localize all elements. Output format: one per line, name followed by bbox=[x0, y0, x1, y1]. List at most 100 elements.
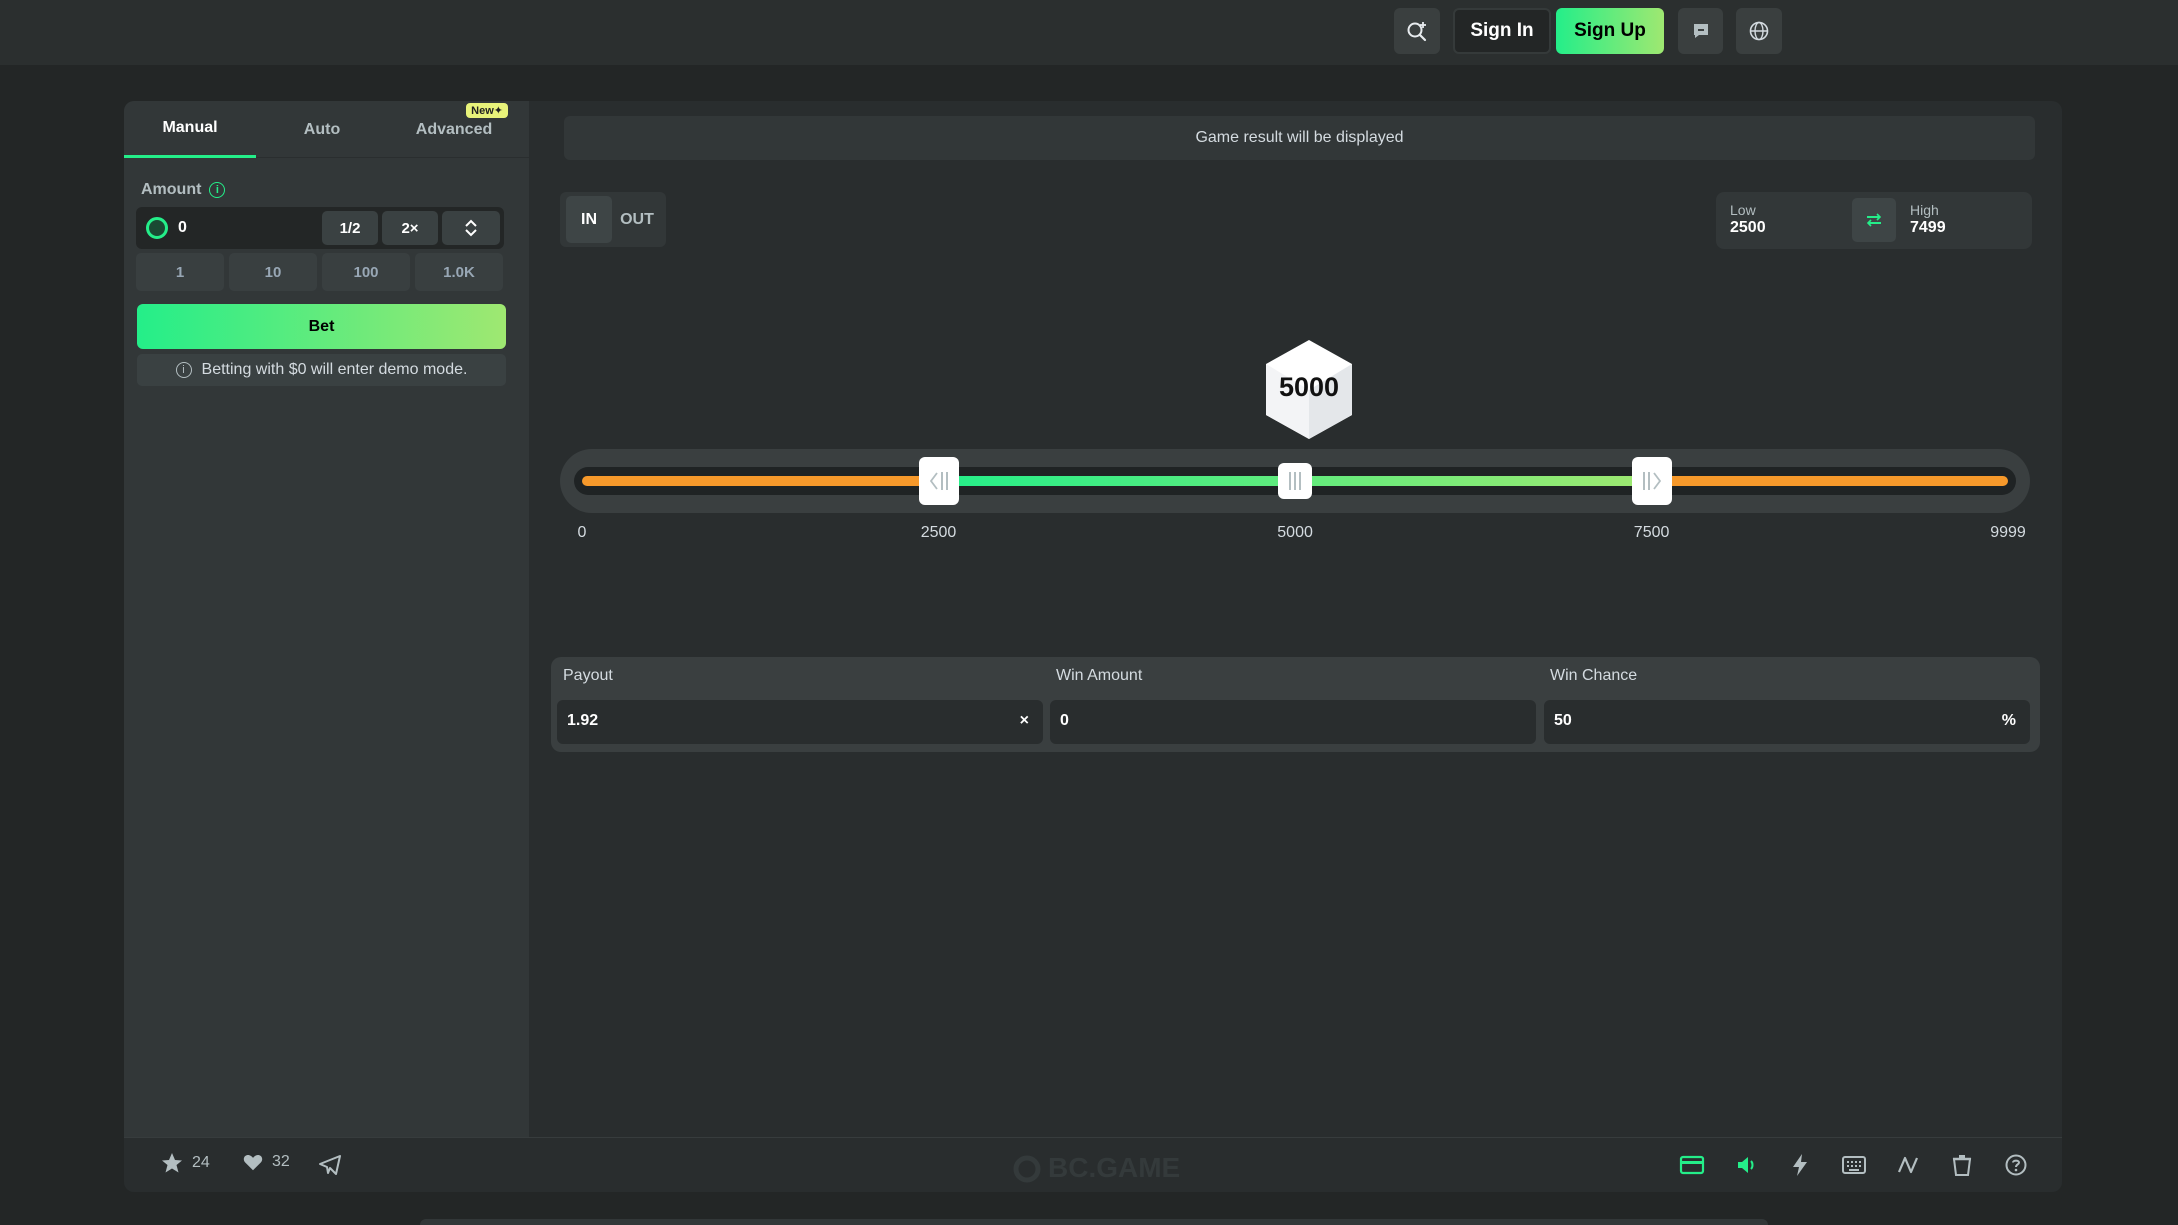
high-handle[interactable] bbox=[1631, 457, 1672, 505]
slider-bar bbox=[574, 457, 2016, 505]
globe-icon bbox=[1749, 21, 1769, 41]
like-button[interactable]: 32 bbox=[242, 1151, 290, 1173]
dice-result: 5000 bbox=[1264, 338, 1354, 441]
help-icon bbox=[2005, 1154, 2027, 1176]
game-frame: Manual Auto Advanced New✦ Amount i 1/2 2… bbox=[124, 101, 2062, 1192]
heart-icon bbox=[243, 1155, 263, 1171]
live-stats-button[interactable] bbox=[1678, 1151, 1706, 1179]
tab-advanced[interactable]: Advanced New✦ bbox=[388, 101, 520, 158]
tab-advanced-label: Advanced bbox=[415, 120, 493, 138]
lightning-icon bbox=[1793, 1154, 1807, 1176]
tab-auto[interactable]: Auto bbox=[256, 101, 388, 158]
sound-button[interactable] bbox=[1732, 1151, 1760, 1179]
game-result-text: Game result will be displayed bbox=[1195, 129, 1404, 146]
brand-watermark: BC.GAME bbox=[1012, 1152, 1180, 1184]
favorite-button[interactable]: 24 bbox=[160, 1151, 210, 1175]
payout-label: Payout bbox=[563, 667, 613, 684]
win-chance-suffix: % bbox=[2001, 712, 2016, 729]
win-amount-value: 0 bbox=[1060, 712, 1069, 729]
low-handle[interactable] bbox=[918, 457, 959, 505]
quick-amount-10[interactable]: 10 bbox=[229, 253, 317, 291]
search-icon bbox=[1407, 22, 1427, 42]
swap-range-button[interactable] bbox=[1852, 198, 1896, 242]
mode-in-button[interactable]: IN bbox=[566, 196, 612, 243]
half-amount-button[interactable]: 1/2 bbox=[322, 211, 378, 245]
tab-manual[interactable]: Manual bbox=[124, 101, 256, 158]
out-segment-right bbox=[1651, 476, 2008, 486]
favorite-count: 24 bbox=[192, 1154, 210, 1171]
quick-amount-1k[interactable]: 1.0K bbox=[415, 253, 503, 291]
low-label: Low bbox=[1730, 202, 1756, 218]
bet-button[interactable]: Bet bbox=[137, 304, 506, 349]
help-button[interactable] bbox=[2002, 1151, 2030, 1179]
bet-stats: Payout 1.92 × Win Amount 0 Win Chance 50… bbox=[551, 657, 2040, 752]
amount-label: Amount bbox=[141, 181, 202, 198]
bottom-panel-edge bbox=[420, 1219, 1768, 1225]
keyboard-icon bbox=[1842, 1156, 1866, 1174]
win-chance-value: 50 bbox=[1554, 712, 1572, 729]
speaker-icon bbox=[1738, 1157, 1754, 1173]
bc-game-logo-icon bbox=[1013, 1155, 1041, 1183]
top-bar: Sign In Sign Up bbox=[0, 0, 2178, 65]
amount-field: 1/2 2× bbox=[136, 207, 504, 249]
range-box: Low 2500 High 7499 bbox=[1716, 192, 2032, 249]
win-amount-field[interactable]: 0 bbox=[1050, 700, 1536, 744]
mode-out-button[interactable]: OUT bbox=[614, 196, 660, 243]
info-icon[interactable]: i bbox=[209, 182, 226, 198]
chat-icon bbox=[1693, 24, 1708, 38]
high-label: High bbox=[1910, 202, 1939, 218]
amount-label-row: Amount i bbox=[141, 181, 226, 199]
sign-up-button[interactable]: Sign Up bbox=[1556, 8, 1664, 54]
quick-amounts: 1 10 100 1.0K bbox=[136, 253, 504, 291]
hotkeys-button[interactable] bbox=[1840, 1151, 1868, 1179]
chevron-left-icon bbox=[929, 472, 938, 490]
trend-icon bbox=[1897, 1156, 1919, 1174]
win-chance-field[interactable]: 50 % bbox=[1544, 700, 2030, 744]
demo-mode-note: i Betting with $0 will enter demo mode. bbox=[137, 354, 506, 386]
game-result-bar: Game result will be displayed bbox=[564, 116, 2035, 160]
search-button[interactable] bbox=[1394, 8, 1440, 54]
amount-input[interactable] bbox=[178, 207, 318, 249]
payout-suffix: × bbox=[1019, 712, 1029, 729]
swap-icon bbox=[1866, 213, 1882, 227]
bet-panel: Manual Auto Advanced New✦ Amount i 1/2 2… bbox=[124, 101, 529, 1137]
demo-mode-text: Betting with $0 will enter demo mode. bbox=[201, 361, 468, 378]
double-amount-button[interactable]: 2× bbox=[382, 211, 438, 245]
card-icon bbox=[1679, 1155, 1705, 1175]
info-icon: i bbox=[175, 362, 192, 378]
current-marker bbox=[1278, 463, 1313, 499]
tick-label: 5000 bbox=[1277, 524, 1313, 541]
coin-icon bbox=[146, 217, 168, 239]
bet-mode-tabs: Manual Auto Advanced New✦ bbox=[124, 101, 529, 158]
high-value[interactable]: 7499 bbox=[1910, 219, 1946, 237]
trends-button[interactable] bbox=[1894, 1151, 1922, 1179]
like-count: 32 bbox=[272, 1153, 290, 1170]
new-badge-text: New bbox=[471, 105, 494, 117]
chevron-right-icon bbox=[1652, 472, 1661, 490]
cup-icon bbox=[1952, 1155, 1972, 1176]
star-icon bbox=[162, 1153, 182, 1173]
sign-in-button[interactable]: Sign In bbox=[1453, 8, 1551, 54]
fairness-button[interactable] bbox=[1948, 1151, 1976, 1179]
dice-value: 5000 bbox=[1278, 372, 1340, 402]
share-button[interactable] bbox=[316, 1151, 344, 1179]
chat-button[interactable] bbox=[1678, 8, 1723, 54]
tick-label: 2500 bbox=[920, 524, 957, 541]
range-slider[interactable] bbox=[560, 449, 2030, 513]
game-footer: 24 32 BC.GAME bbox=[124, 1137, 2062, 1192]
payout-field[interactable]: 1.92 × bbox=[557, 700, 1043, 744]
quick-amount-1[interactable]: 1 bbox=[136, 253, 224, 291]
fast-mode-button[interactable] bbox=[1786, 1151, 1814, 1179]
tick-label: 7500 bbox=[1633, 524, 1670, 541]
in-out-toggle: IN OUT bbox=[560, 192, 666, 247]
brand-watermark-text: BC.GAME bbox=[1048, 1152, 1181, 1183]
chevron-up-icon bbox=[465, 219, 477, 227]
amount-stepper[interactable] bbox=[442, 211, 500, 245]
send-icon bbox=[319, 1155, 341, 1175]
quick-amount-100[interactable]: 100 bbox=[322, 253, 410, 291]
out-segment-left bbox=[582, 476, 939, 486]
tick-label: 9999 bbox=[1990, 524, 2026, 541]
chevron-down-icon bbox=[465, 229, 477, 237]
language-button[interactable] bbox=[1736, 8, 1782, 54]
low-value[interactable]: 2500 bbox=[1730, 219, 1766, 237]
